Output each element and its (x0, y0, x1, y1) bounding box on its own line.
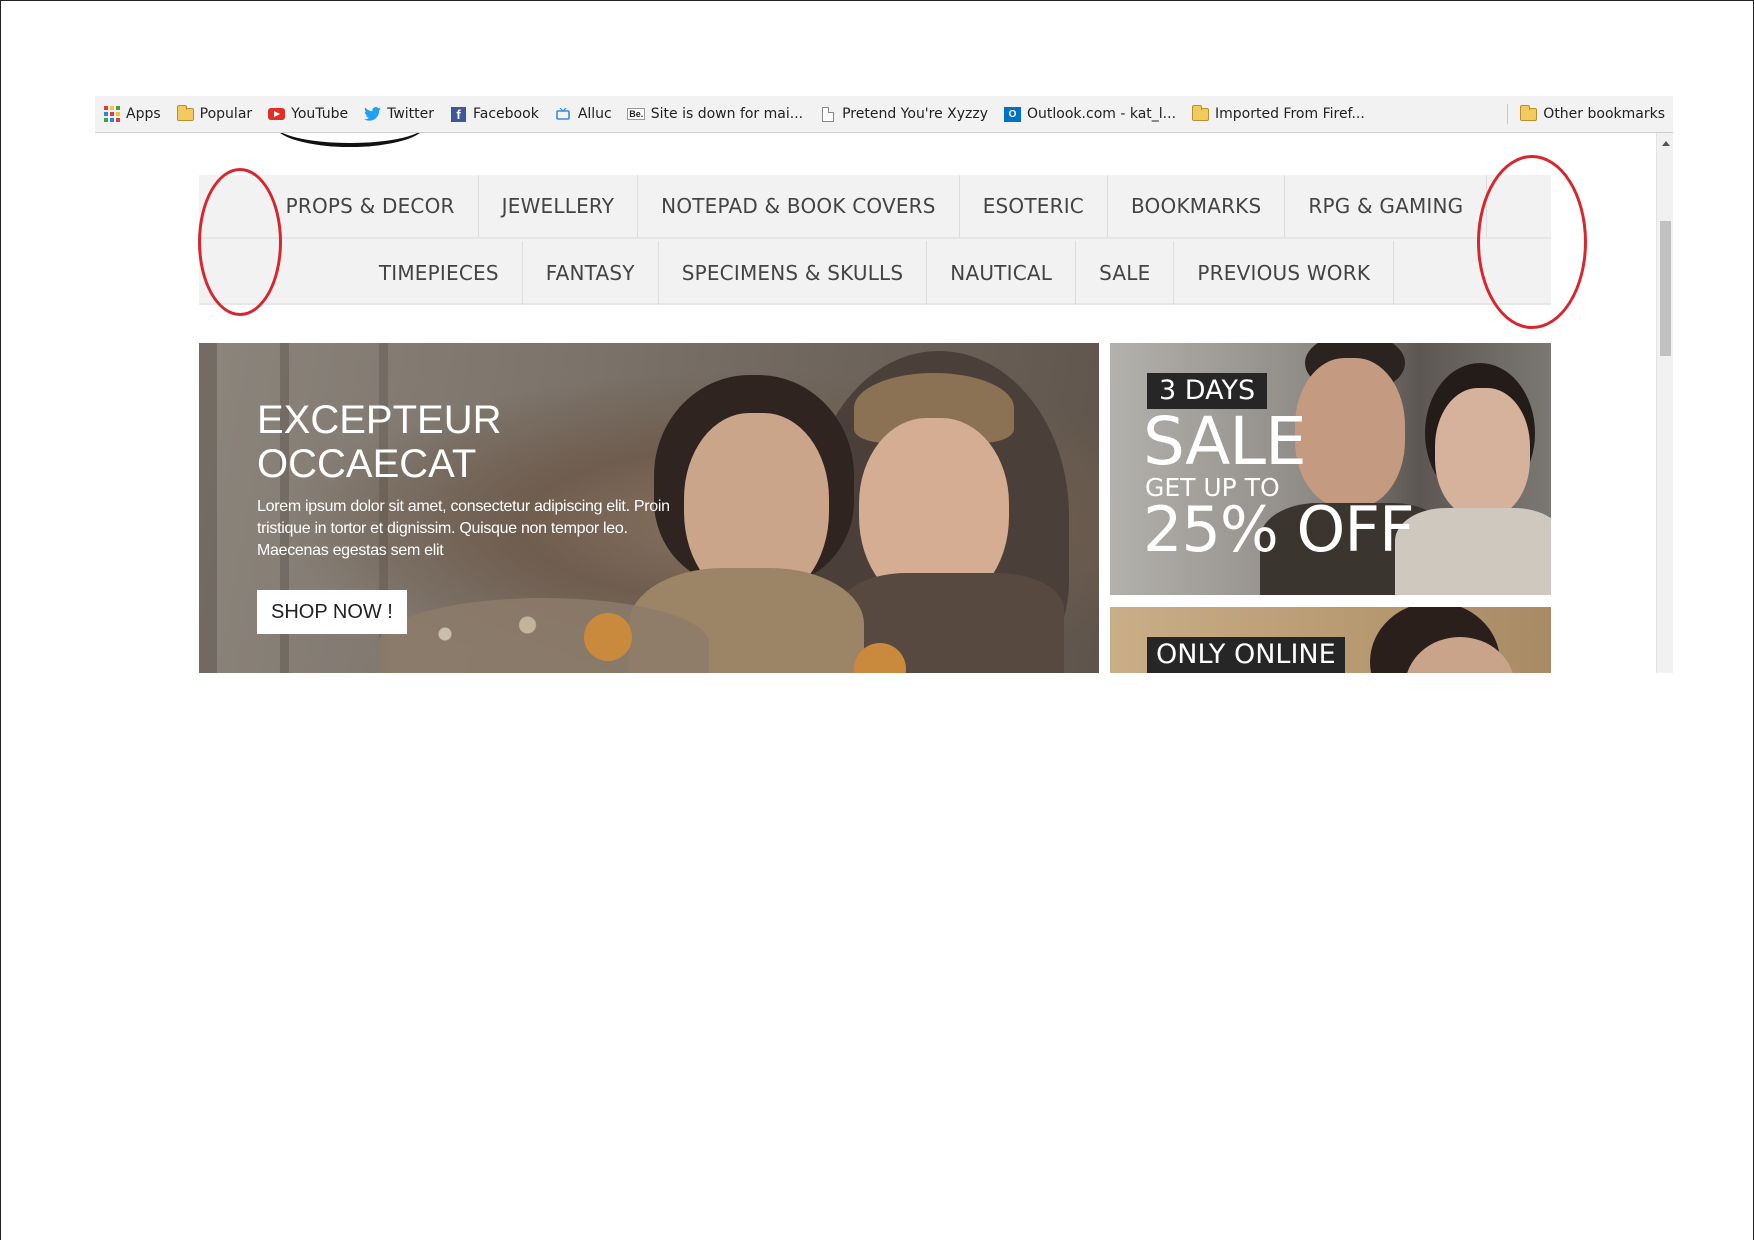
bookmark-apps[interactable]: Apps (95, 96, 169, 132)
tv-icon (555, 107, 572, 122)
promo-online-banner[interactable]: ONLY ONLINE (1110, 607, 1551, 673)
bookmark-imported-firefox[interactable]: Imported From Firef... (1184, 96, 1373, 132)
bookmark-label: Site is down for mai... (650, 106, 804, 122)
bookmark-pretend-xyzzy[interactable]: Pretend You're Xyzzy (811, 96, 996, 132)
bookmark-label: Pretend You're Xyzzy (842, 106, 989, 122)
nav-item-rpg-gaming[interactable]: RPG & GAMING (1285, 175, 1488, 237)
site-logo[interactable] (275, 133, 425, 147)
youtube-icon (268, 107, 286, 122)
teddy-bear (584, 613, 632, 661)
nav-row-2: TIMEPIECES FANTASY SPECIMENS & SKULLS NA… (199, 241, 1551, 305)
bookmark-label: Apps (126, 106, 161, 122)
nav-item-bookmarks[interactable]: BOOKMARKS (1108, 175, 1286, 237)
outlook-icon: O (1004, 106, 1022, 122)
promo-headline: SALE (1143, 403, 1307, 480)
nav-item-sale[interactable]: SALE (1076, 241, 1175, 305)
bookmark-outlook[interactable]: O Outlook.com - kat_l... (996, 96, 1184, 132)
bookmark-label: Facebook (473, 106, 539, 122)
category-nav: PROPS & DECOR JEWELLERY NOTEPAD & BOOK C… (199, 175, 1551, 305)
bookmark-youtube[interactable]: YouTube (260, 96, 356, 132)
annotation-circle-right (1477, 155, 1587, 329)
shop-now-button[interactable]: SHOP NOW ! (257, 590, 407, 634)
bookmarks-separator (1507, 104, 1509, 124)
promo-badge: ONLY ONLINE (1147, 637, 1345, 673)
apps-icon (103, 106, 120, 122)
promo-sale-banner[interactable]: 3 DAYS SALE GET UP TO 25% OFF (1110, 343, 1551, 595)
bookmark-label: Alluc (577, 106, 612, 122)
model-coat (1395, 508, 1551, 595)
twitter-icon (364, 107, 381, 122)
nav-item-previous-work[interactable]: PREVIOUS WORK (1174, 241, 1395, 305)
nav-item-jewellery[interactable]: JEWELLERY (479, 175, 639, 237)
annotation-circle-left (198, 168, 282, 316)
bookmark-twitter[interactable]: Twitter (356, 96, 442, 132)
bookmark-popular[interactable]: Popular (169, 96, 261, 132)
bookmark-label: Popular (199, 106, 253, 122)
bookmark-label: Twitter (387, 106, 435, 122)
hero-banner[interactable]: EXCEPTEUR OCCAECAT Lorem ipsum dolor sit… (199, 343, 1099, 673)
hero-title: EXCEPTEUR OCCAECAT (257, 398, 502, 486)
promo-discount: 25% OFF (1143, 493, 1415, 566)
bookmark-facebook[interactable]: f Facebook (442, 96, 547, 132)
page-icon (819, 106, 836, 122)
model-face (1435, 388, 1530, 518)
bookmark-alluc[interactable]: Alluc (547, 96, 620, 132)
folder-icon (1192, 104, 1210, 122)
nav-item-nautical[interactable]: NAUTICAL (927, 241, 1077, 305)
nav-item-props-decor[interactable]: PROPS & DECOR (263, 175, 479, 237)
bookmark-site-down[interactable]: Be. Site is down for mai... (620, 96, 811, 132)
bookmark-label: YouTube (291, 106, 349, 122)
scrollbar-thumb[interactable] (1660, 221, 1671, 356)
nav-row-1: PROPS & DECOR JEWELLERY NOTEPAD & BOOK C… (199, 175, 1551, 239)
hero-text: EXCEPTEUR OCCAECAT Lorem ipsum dolor sit… (257, 398, 677, 562)
model-face (1295, 358, 1405, 508)
nav-item-notepad-book-covers[interactable]: NOTEPAD & BOOK COVERS (638, 175, 960, 237)
nav-item-specimens-skulls[interactable]: SPECIMENS & SKULLS (659, 241, 928, 305)
scroll-up-arrow-icon[interactable] (1662, 141, 1670, 146)
vertical-scrollbar[interactable] (1656, 133, 1673, 673)
website-viewport: PROPS & DECOR JEWELLERY NOTEPAD & BOOK C… (95, 133, 1673, 673)
nav-item-esoteric[interactable]: ESOTERIC (960, 175, 1108, 237)
folder-icon (1520, 104, 1538, 122)
nav-item-fantasy[interactable]: FANTASY (523, 241, 659, 305)
bookmark-label: Other bookmarks (1543, 106, 1665, 122)
bookmarks-bar: Apps Popular YouTube Twitter f Facebook … (95, 96, 1673, 133)
behance-icon: Be. (627, 108, 646, 120)
bookmark-other[interactable]: Other bookmarks (1512, 96, 1673, 132)
facebook-icon: f (450, 106, 467, 122)
hero-description: Lorem ipsum dolor sit amet, consectetur … (257, 498, 670, 559)
folder-icon (176, 104, 194, 122)
nav-item-timepieces[interactable]: TIMEPIECES (356, 241, 523, 305)
bookmark-label: Imported From Firef... (1215, 106, 1365, 122)
bookmark-label: Outlook.com - kat_l... (1027, 106, 1177, 122)
